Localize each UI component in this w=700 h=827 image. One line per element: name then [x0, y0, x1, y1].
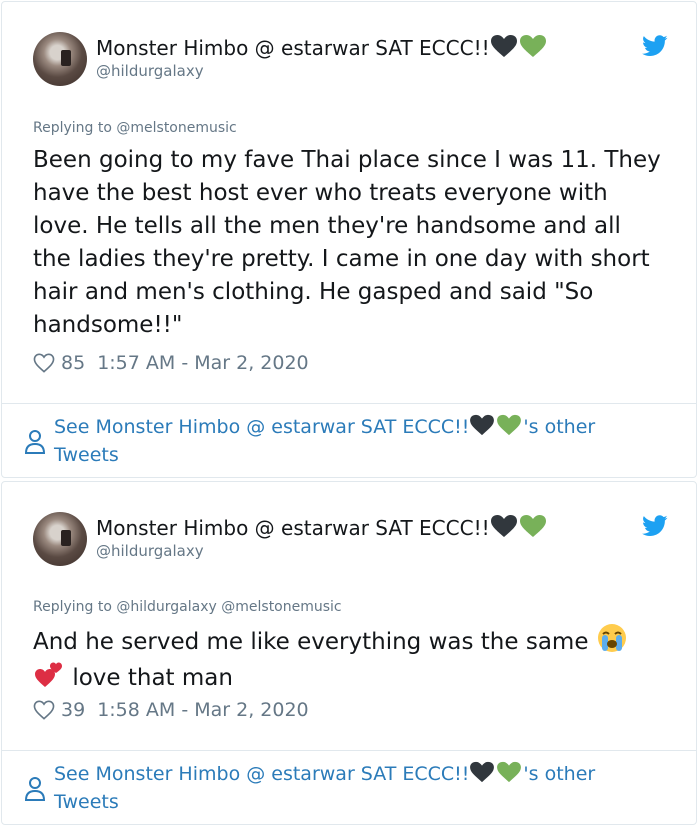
- divider: [2, 403, 696, 404]
- loudly-crying-face-icon: [597, 624, 626, 652]
- replying-to[interactable]: Replying to @hildurgalaxy @melstonemusic: [33, 599, 342, 615]
- heart-outline-icon[interactable]: [33, 700, 55, 720]
- tweet-card: Monster Himbo @ estarwar SAT ECCC!! @hil…: [1, 1, 697, 478]
- green-heart-icon: [497, 761, 522, 783]
- replying-to[interactable]: Replying to @melstonemusic: [33, 120, 237, 136]
- twitter-bird-icon[interactable]: [642, 515, 668, 537]
- timestamp[interactable]: 1:58 AM - Mar 2, 2020: [97, 699, 308, 721]
- green-heart-icon: [519, 35, 546, 57]
- author-handle[interactable]: @hildurgalaxy: [96, 62, 204, 80]
- green-heart-icon: [497, 414, 522, 436]
- black-heart-icon: [490, 35, 517, 57]
- black-heart-icon: [490, 515, 517, 537]
- black-heart-icon: [470, 414, 495, 436]
- person-icon: [24, 430, 46, 454]
- author-name[interactable]: Monster Himbo @ estarwar SAT ECCC!!: [96, 34, 548, 60]
- timestamp[interactable]: 1:57 AM - Mar 2, 2020: [97, 352, 308, 374]
- see-other-tweets-link[interactable]: See Monster Himbo @ estarwar SAT ECCC!! '…: [54, 760, 654, 816]
- author-name[interactable]: Monster Himbo @ estarwar SAT ECCC!!: [96, 514, 548, 540]
- tweet-card: Monster Himbo @ estarwar SAT ECCC!! @hil…: [1, 481, 697, 825]
- author-handle[interactable]: @hildurgalaxy: [96, 542, 204, 560]
- see-other-tweets-link[interactable]: See Monster Himbo @ estarwar SAT ECCC!! '…: [54, 413, 654, 469]
- like-count: 85: [61, 352, 86, 374]
- tweet-meta: 39 1:58 AM - Mar 2, 2020: [33, 699, 309, 721]
- tweet-meta: 85 1:57 AM - Mar 2, 2020: [33, 352, 309, 374]
- green-heart-icon: [519, 515, 546, 537]
- twitter-bird-icon[interactable]: [642, 35, 668, 57]
- person-icon: [24, 777, 46, 801]
- heart-outline-icon[interactable]: [33, 353, 55, 373]
- avatar[interactable]: [33, 32, 87, 86]
- black-heart-icon: [470, 761, 495, 783]
- tweet-text: And he served me like everything was the…: [33, 623, 663, 695]
- avatar[interactable]: [33, 512, 87, 566]
- divider: [2, 750, 696, 751]
- like-count: 39: [61, 699, 86, 721]
- two-hearts-icon: [35, 662, 62, 687]
- tweet-text: Been going to my fave Thai place since I…: [33, 147, 661, 338]
